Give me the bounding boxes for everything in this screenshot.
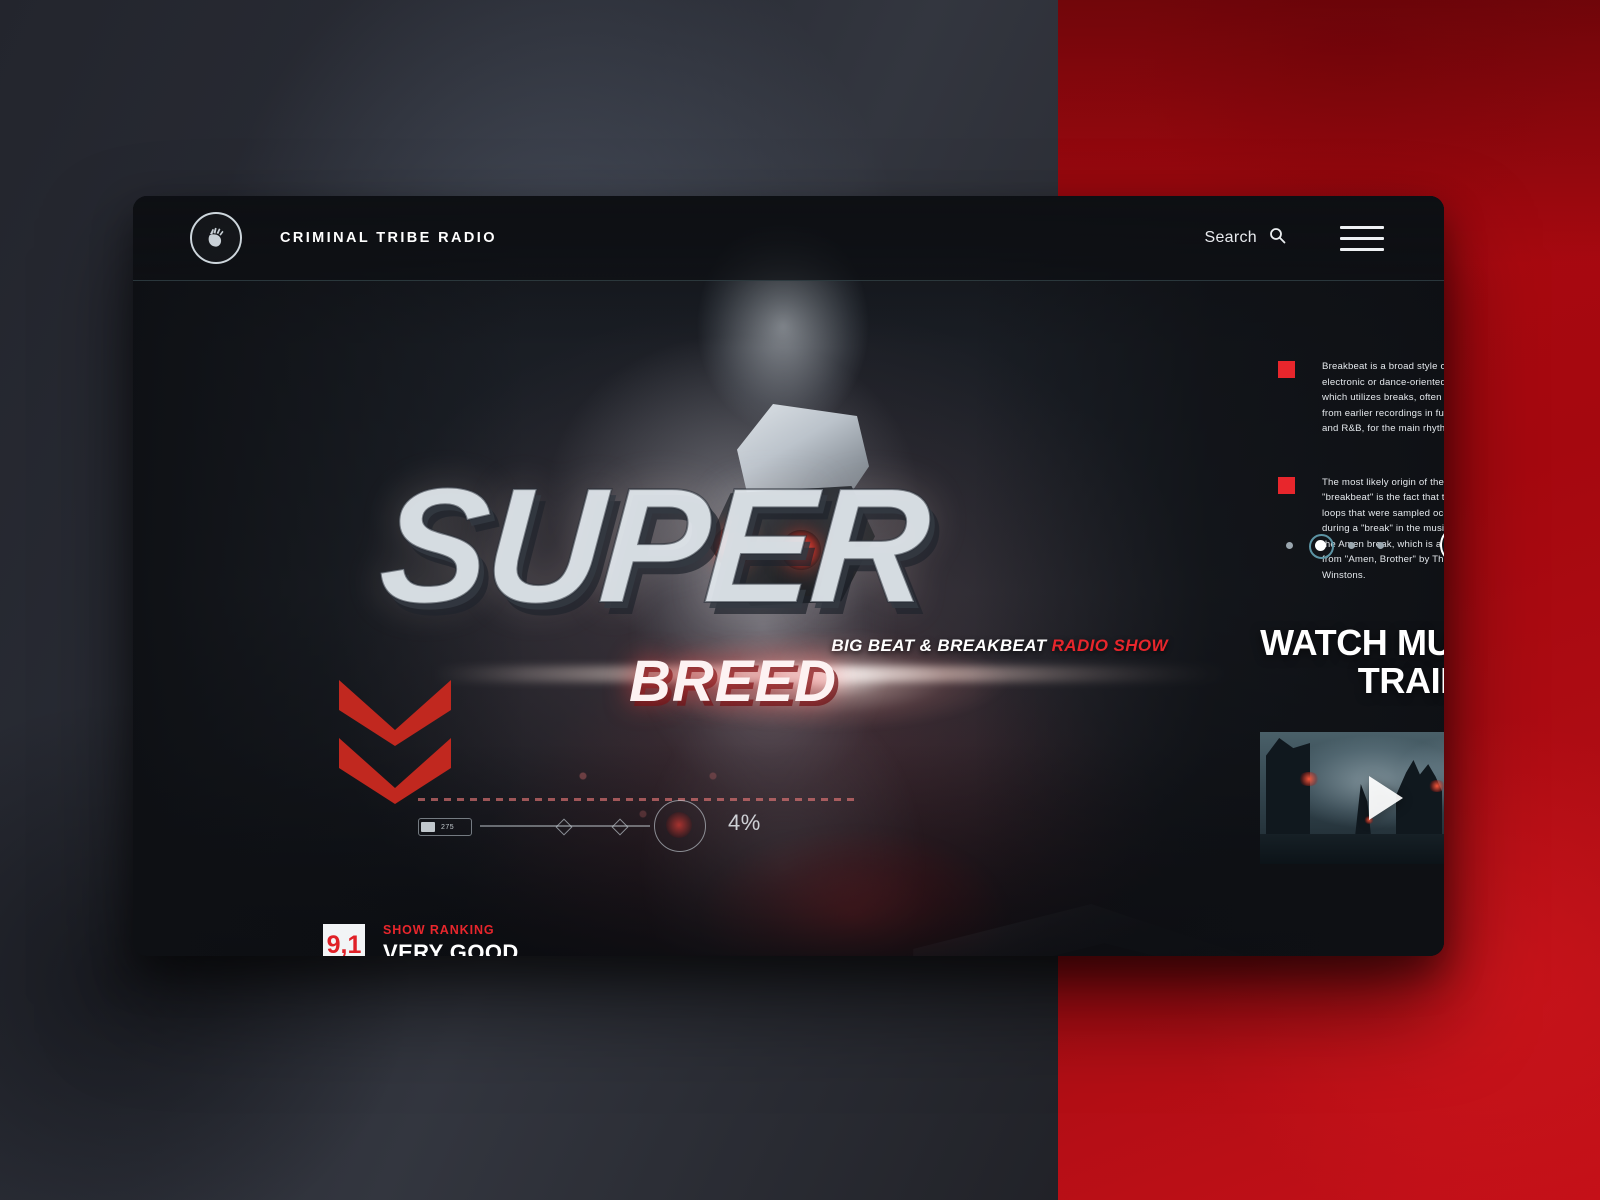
hud-node-2 <box>611 818 629 836</box>
show-title: SUPER <box>373 453 933 638</box>
hud-node-1 <box>555 818 573 836</box>
thumbnail-ground <box>1260 834 1444 864</box>
claw-hand-icon <box>203 225 229 251</box>
brand-title: CRIMINAL TRIBE RADIO <box>280 230 497 246</box>
double-chevron-down-icon[interactable] <box>333 674 457 806</box>
carousel-dot-2-active[interactable] <box>1309 533 1334 559</box>
hud-badge-value: 275 <box>441 823 455 831</box>
hud-overlay: 275 4% <box>418 796 858 852</box>
page-canvas: CRIMINAL TRIBE RADIO Search SUPER BIG BE… <box>0 0 1600 1200</box>
red-square-bullet <box>1278 476 1295 494</box>
ranking-kicker: SHOW RANKING <box>383 923 495 937</box>
hud-dashed-line <box>418 798 858 801</box>
fact-item: Breakbeat is a broad style of electronic… <box>1278 359 1444 437</box>
trailer-heading: WATCH MUSIC TRAILER <box>1141 622 1444 702</box>
hud-badge: 275 <box>418 818 472 836</box>
carousel-prev-button[interactable] <box>1440 526 1444 564</box>
carousel-dot-1[interactable] <box>1286 541 1293 549</box>
ranking-text: SHOW RANKING VERY GOOD 4252 VIEWS <box>383 923 519 956</box>
hud-radial-dial <box>654 800 706 852</box>
thumbnail-ember <box>1298 772 1320 786</box>
right-column: Breakbeat is a broad style of electronic… <box>1141 196 1444 956</box>
carousel-dot-3[interactable] <box>1348 541 1355 549</box>
show-ranking-row[interactable]: 9,1 SHOW RANKING VERY GOOD 4252 VIEWS <box>323 923 578 956</box>
carousel-dots <box>1286 533 1384 559</box>
play-icon[interactable] <box>1368 776 1403 820</box>
score-badge: 9,1 <box>323 924 365 956</box>
hud-percent: 4% <box>728 810 761 835</box>
carousel-controls <box>1286 526 1444 564</box>
carousel-dot-4[interactable] <box>1377 541 1384 549</box>
trailer-heading-line1: WATCH MUSIC <box>1260 622 1444 663</box>
ranking-value: VERY GOOD <box>383 939 519 956</box>
fact-text: Breakbeat is a broad style of electronic… <box>1322 361 1444 435</box>
website-mockup-card: CRIMINAL TRIBE RADIO Search SUPER BIG BE… <box>133 196 1444 956</box>
thumbnail-ember <box>1428 780 1444 792</box>
red-square-bullet <box>1278 361 1295 378</box>
logo-badge[interactable] <box>190 212 242 264</box>
show-subtitle: BREED <box>628 648 838 714</box>
stats-block: 9,1 SHOW RANKING VERY GOOD 4252 VIEWS FR… <box>323 923 578 956</box>
trailer-heading-line2: TRAILER <box>1357 660 1444 702</box>
trailer-thumbnail[interactable] <box>1260 732 1444 864</box>
carousel-nav <box>1440 526 1444 564</box>
